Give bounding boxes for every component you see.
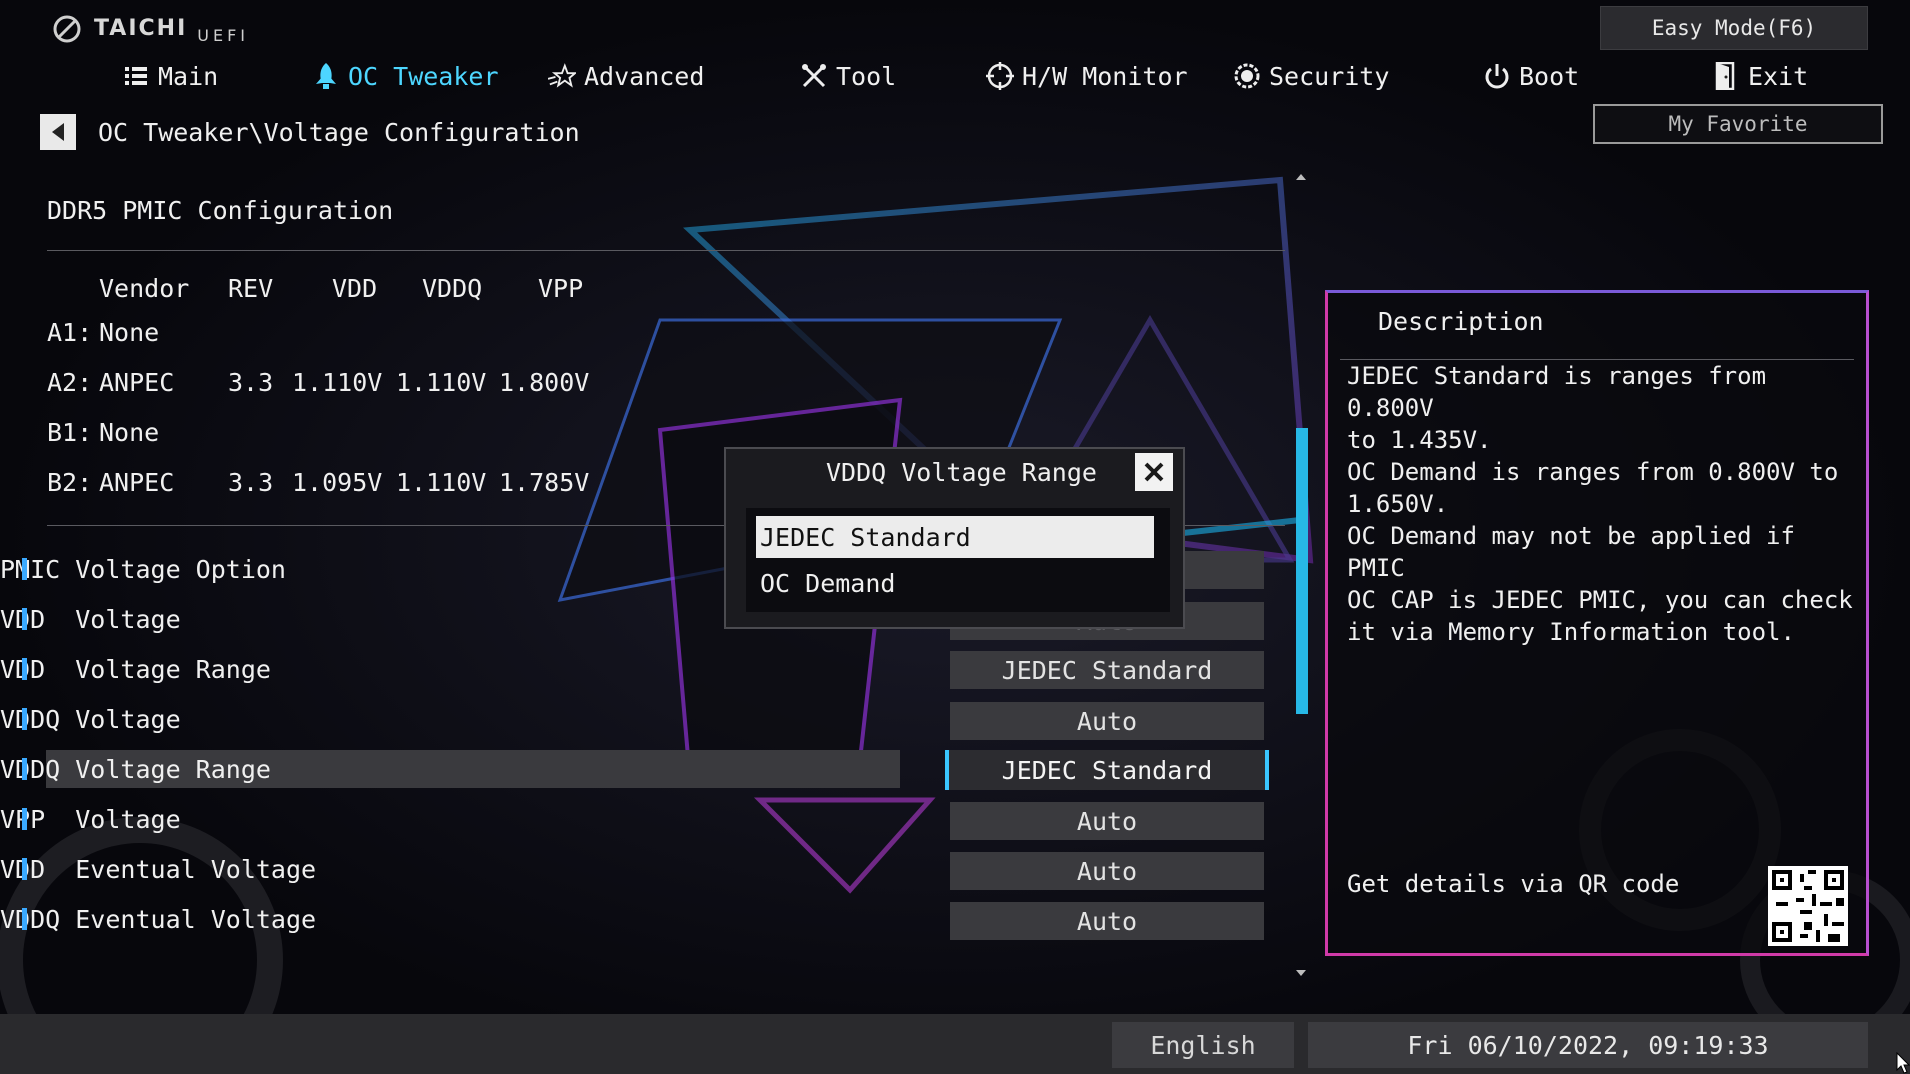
description-line: OC CAP is JEDEC PMIC, you can check: [1347, 586, 1853, 614]
list-icon: [122, 62, 150, 90]
tab-label: Security: [1269, 61, 1390, 91]
description-line: it via Memory Information tool.: [1347, 618, 1795, 646]
tab-label: Main: [158, 61, 219, 91]
tab-oc-tweaker[interactable]: OC Tweaker: [312, 56, 499, 96]
scrollbar-thumb[interactable]: [1296, 428, 1308, 714]
tab-exit[interactable]: Exit: [1712, 56, 1808, 96]
row-marker: [22, 858, 27, 880]
description-line: to 1.435V.: [1347, 426, 1492, 454]
scroll-up-icon[interactable]: [1296, 174, 1306, 180]
brand-sub: UEFI: [197, 26, 250, 45]
pmic-slot: A1:: [47, 318, 93, 347]
pmic-vdd: 1.095V: [292, 468, 383, 497]
tab-security[interactable]: Security: [1233, 56, 1389, 96]
language-selector[interactable]: English: [1112, 1022, 1294, 1068]
brand-logo: TAICHI UEFI: [50, 12, 249, 45]
tab-advanced[interactable]: Advanced: [548, 56, 704, 96]
section-title: DDR5 PMIC Configuration: [47, 196, 394, 225]
tools-icon: [800, 62, 828, 90]
tab-label: Tool: [836, 61, 897, 91]
setting-value[interactable]: JEDEC Standard: [950, 651, 1264, 689]
tab-tool[interactable]: Tool: [800, 56, 896, 96]
pmic-vpp: 1.800V: [499, 368, 590, 397]
setting-value[interactable]: Auto: [950, 902, 1264, 940]
dialog-option-jedec-standard[interactable]: JEDEC Standard: [756, 516, 1154, 558]
tab-label: H/W Monitor: [1022, 61, 1188, 91]
breadcrumb: OC Tweaker\Voltage Configuration: [40, 114, 580, 150]
close-icon: [1144, 462, 1164, 482]
rocket-icon: [312, 62, 340, 90]
shield-icon: [1233, 62, 1261, 90]
setting-row-vdd-voltage-range[interactable]: VDD Voltage Range JEDEC Standard: [0, 649, 1290, 689]
tab-label: Exit: [1748, 61, 1809, 91]
pmic-vendor: ANPEC: [99, 468, 175, 497]
row-marker: [22, 758, 27, 780]
scroll-down-icon[interactable]: [1296, 970, 1306, 976]
tab-label: Boot: [1519, 61, 1580, 91]
dialog-close-button[interactable]: [1135, 453, 1173, 491]
divider: [47, 250, 1285, 251]
dialog-option-oc-demand[interactable]: OC Demand: [756, 562, 1154, 604]
tab-hw-monitor[interactable]: H/W Monitor: [986, 56, 1188, 96]
row-marker: [22, 808, 27, 830]
pmic-header-vddq: VDDQ: [422, 274, 483, 303]
power-icon: [1483, 62, 1511, 90]
tab-label: Advanced: [584, 61, 705, 91]
dialog-title: VDDQ Voltage Range: [826, 458, 1097, 487]
pmic-slot: B1:: [47, 418, 93, 447]
row-marker: [22, 608, 27, 630]
pmic-vpp: 1.785V: [499, 468, 590, 497]
back-button[interactable]: [40, 114, 76, 150]
pmic-header-vpp: VPP: [538, 274, 584, 303]
description-text: JEDEC Standard is ranges from 0.800V to …: [1347, 360, 1857, 648]
pmic-vendor: None: [99, 418, 160, 447]
pmic-vendor: ANPEC: [99, 368, 175, 397]
description-line: OC Demand is ranges from 0.800V to: [1347, 458, 1839, 486]
setting-row-vddq-eventual-voltage[interactable]: VDDQ Eventual Voltage Auto: [0, 899, 1290, 940]
setting-value[interactable]: Auto: [950, 852, 1264, 890]
pmic-rev: 3.3: [228, 368, 274, 397]
qr-caption: Get details via QR code: [1347, 870, 1680, 898]
setting-row-vddq-voltage-range[interactable]: VDDQ Voltage Range JEDEC Standard: [0, 749, 1290, 790]
brand-name: TAICHI: [94, 16, 188, 41]
description-line: OC Demand may not be applied if PMIC: [1347, 522, 1795, 582]
date-time: Fri 06/10/2022, 09:19:33: [1308, 1022, 1868, 1068]
tab-boot[interactable]: Boot: [1483, 56, 1579, 96]
pmic-header-rev: REV: [228, 274, 274, 303]
row-marker: [22, 708, 27, 730]
exit-door-icon: [1712, 62, 1740, 90]
mouse-cursor-icon: [1896, 1052, 1910, 1074]
my-favorite-button[interactable]: My Favorite: [1593, 104, 1883, 144]
star-icon: [548, 62, 576, 90]
back-arrow-icon: [52, 123, 64, 141]
description-title: Description: [1378, 307, 1544, 336]
row-marker: [22, 908, 27, 930]
pmic-header-vendor: Vendor: [99, 274, 190, 303]
easy-mode-button[interactable]: Easy Mode(F6): [1600, 6, 1868, 50]
tab-main[interactable]: Main: [122, 56, 218, 96]
setting-value-selected[interactable]: JEDEC Standard: [945, 750, 1269, 790]
pmic-rev: 3.3: [228, 468, 274, 497]
qr-code-icon[interactable]: [1768, 866, 1848, 946]
setting-row-vdd-eventual-voltage[interactable]: VDD Eventual Voltage Auto: [0, 849, 1290, 890]
crosshair-icon: [986, 62, 1014, 90]
taichi-logo-icon: [53, 15, 81, 42]
breadcrumb-path: OC Tweaker\Voltage Configuration: [98, 117, 580, 147]
tab-label: OC Tweaker: [348, 61, 499, 91]
setting-row-vddq-voltage[interactable]: VDDQ Voltage Auto: [0, 699, 1290, 740]
row-marker: [22, 658, 27, 680]
setting-row-vpp-voltage[interactable]: VPP Voltage Auto: [0, 799, 1290, 840]
row-marker: [22, 558, 27, 580]
pmic-header-vdd: VDD: [332, 274, 378, 303]
pmic-vddq: 1.110V: [396, 368, 487, 397]
pmic-vendor: None: [99, 318, 160, 347]
setting-value[interactable]: Auto: [950, 702, 1264, 740]
setting-value[interactable]: Auto: [950, 802, 1264, 840]
pmic-vdd: 1.110V: [292, 368, 383, 397]
pmic-slot: B2:: [47, 468, 93, 497]
pmic-slot: A2:: [47, 368, 93, 397]
pmic-vddq: 1.110V: [396, 468, 487, 497]
description-line: JEDEC Standard is ranges from 0.800V: [1347, 362, 1767, 422]
description-line: 1.650V.: [1347, 490, 1449, 518]
